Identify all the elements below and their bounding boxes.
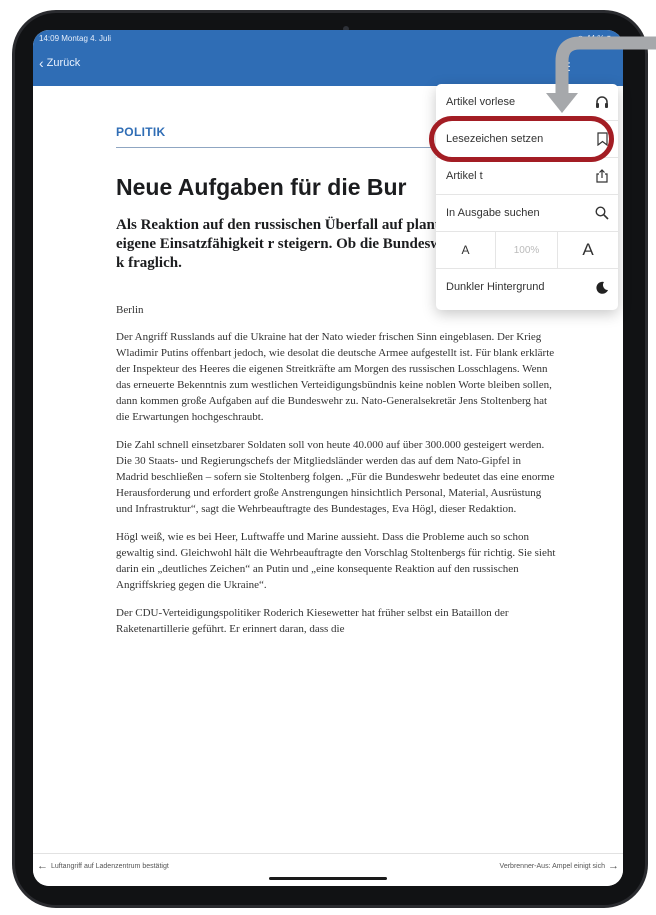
back-label: Zurück [46,57,81,69]
menu-item-label: In Ausgabe suchen [446,207,540,219]
highlight-ring [429,116,614,162]
status-indicators: ◉ 44 % ▮ [576,34,611,43]
search-icon [595,206,609,220]
font-size-control: A 100% A [436,231,618,269]
top-bar: 14:09 Montag 4. Juli ◉ 44 % ▮ ‹ Zurück ☰ [33,30,623,86]
article-paragraph: Der CDU-Verteidigungspolitiker Roderich … [116,607,509,635]
back-button[interactable]: ‹ Zurück [39,54,81,71]
menu-item-dark-background[interactable]: Dunkler Hintergrund [436,269,618,305]
moon-icon [595,280,609,294]
arrow-right-icon: → [608,860,619,872]
article-paragraph: Die Zahl schnell einsetzbarer Soldaten s… [116,439,555,515]
previous-article-link[interactable]: ← Luftangriff auf Ladenzentrum bestätigt [37,860,169,872]
font-size-increase-button[interactable]: A [558,232,618,269]
font-size-decrease-button[interactable]: A [436,231,496,269]
home-indicator [269,877,387,880]
menu-item-search-issue[interactable]: In Ausgabe suchen [436,195,618,232]
next-article-title: Verbrenner-Aus: Ampel einigt sich [499,862,605,870]
menu-item-share[interactable]: Artikel t [436,158,618,195]
arrow-left-icon: ← [37,860,48,872]
article-navigation-bar: ← Luftangriff auf Ladenzentrum bestätigt… [33,853,623,886]
headphones-icon [595,95,609,109]
chevron-left-icon: ‹ [39,54,44,71]
previous-article-title: Luftangriff auf Ladenzentrum bestätigt [51,862,169,870]
share-icon [595,169,609,183]
font-size-value: 100% [496,231,558,269]
menu-item-label: Artikel t [446,170,483,182]
menu-icon[interactable]: ☰ [560,60,571,74]
menu-item-label: Artikel vorlese [446,96,516,108]
status-time-date: 14:09 Montag 4. Juli [39,34,112,43]
article-paragraph: Högl weiß, wie es bei Heer, Luftwaffe un… [116,531,556,591]
article-paragraph: Der Angriff Russlands auf die Ukraine ha… [116,331,555,423]
menu-item-label: Dunkler Hintergrund [446,281,545,293]
next-article-link[interactable]: Verbrenner-Aus: Ampel einigt sich → [499,860,619,872]
